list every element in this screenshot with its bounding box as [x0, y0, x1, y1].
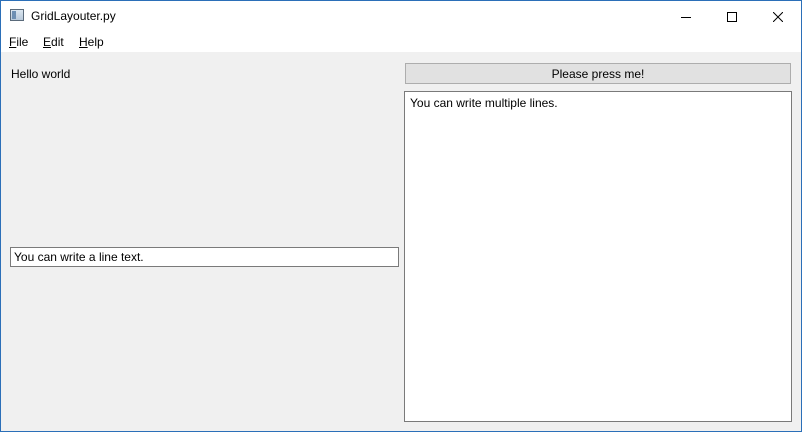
menu-help-label: elp: [87, 35, 104, 49]
menu-edit[interactable]: Edit: [43, 35, 64, 49]
python-window-icon: [10, 9, 24, 21]
press-me-button[interactable]: Please press me!: [405, 63, 791, 84]
window-title: GridLayouter.py: [31, 9, 116, 23]
minimize-icon: [681, 16, 691, 18]
menu-edit-mnemonic: E: [43, 35, 52, 49]
maximize-icon: [727, 11, 737, 22]
close-button[interactable]: [755, 1, 801, 32]
menu-help-mnemonic: H: [79, 35, 88, 49]
menu-file-label: ile: [16, 35, 29, 49]
main-window: GridLayouter.py File Edit Help Hello wor…: [0, 0, 802, 432]
hello-label: Hello world: [11, 67, 71, 81]
menu-help[interactable]: Help: [79, 35, 104, 49]
title-bar[interactable]: GridLayouter.py: [1, 1, 801, 32]
close-icon: [773, 11, 783, 22]
menu-file[interactable]: File: [9, 35, 28, 49]
line-text-input[interactable]: You can write a line text.: [10, 247, 399, 267]
menu-bar: File Edit Help: [1, 32, 801, 52]
menu-edit-label: dit: [51, 35, 64, 49]
maximize-button[interactable]: [709, 1, 755, 32]
minimize-button[interactable]: [663, 1, 709, 32]
multiline-text-area[interactable]: You can write multiple lines.: [404, 91, 792, 422]
